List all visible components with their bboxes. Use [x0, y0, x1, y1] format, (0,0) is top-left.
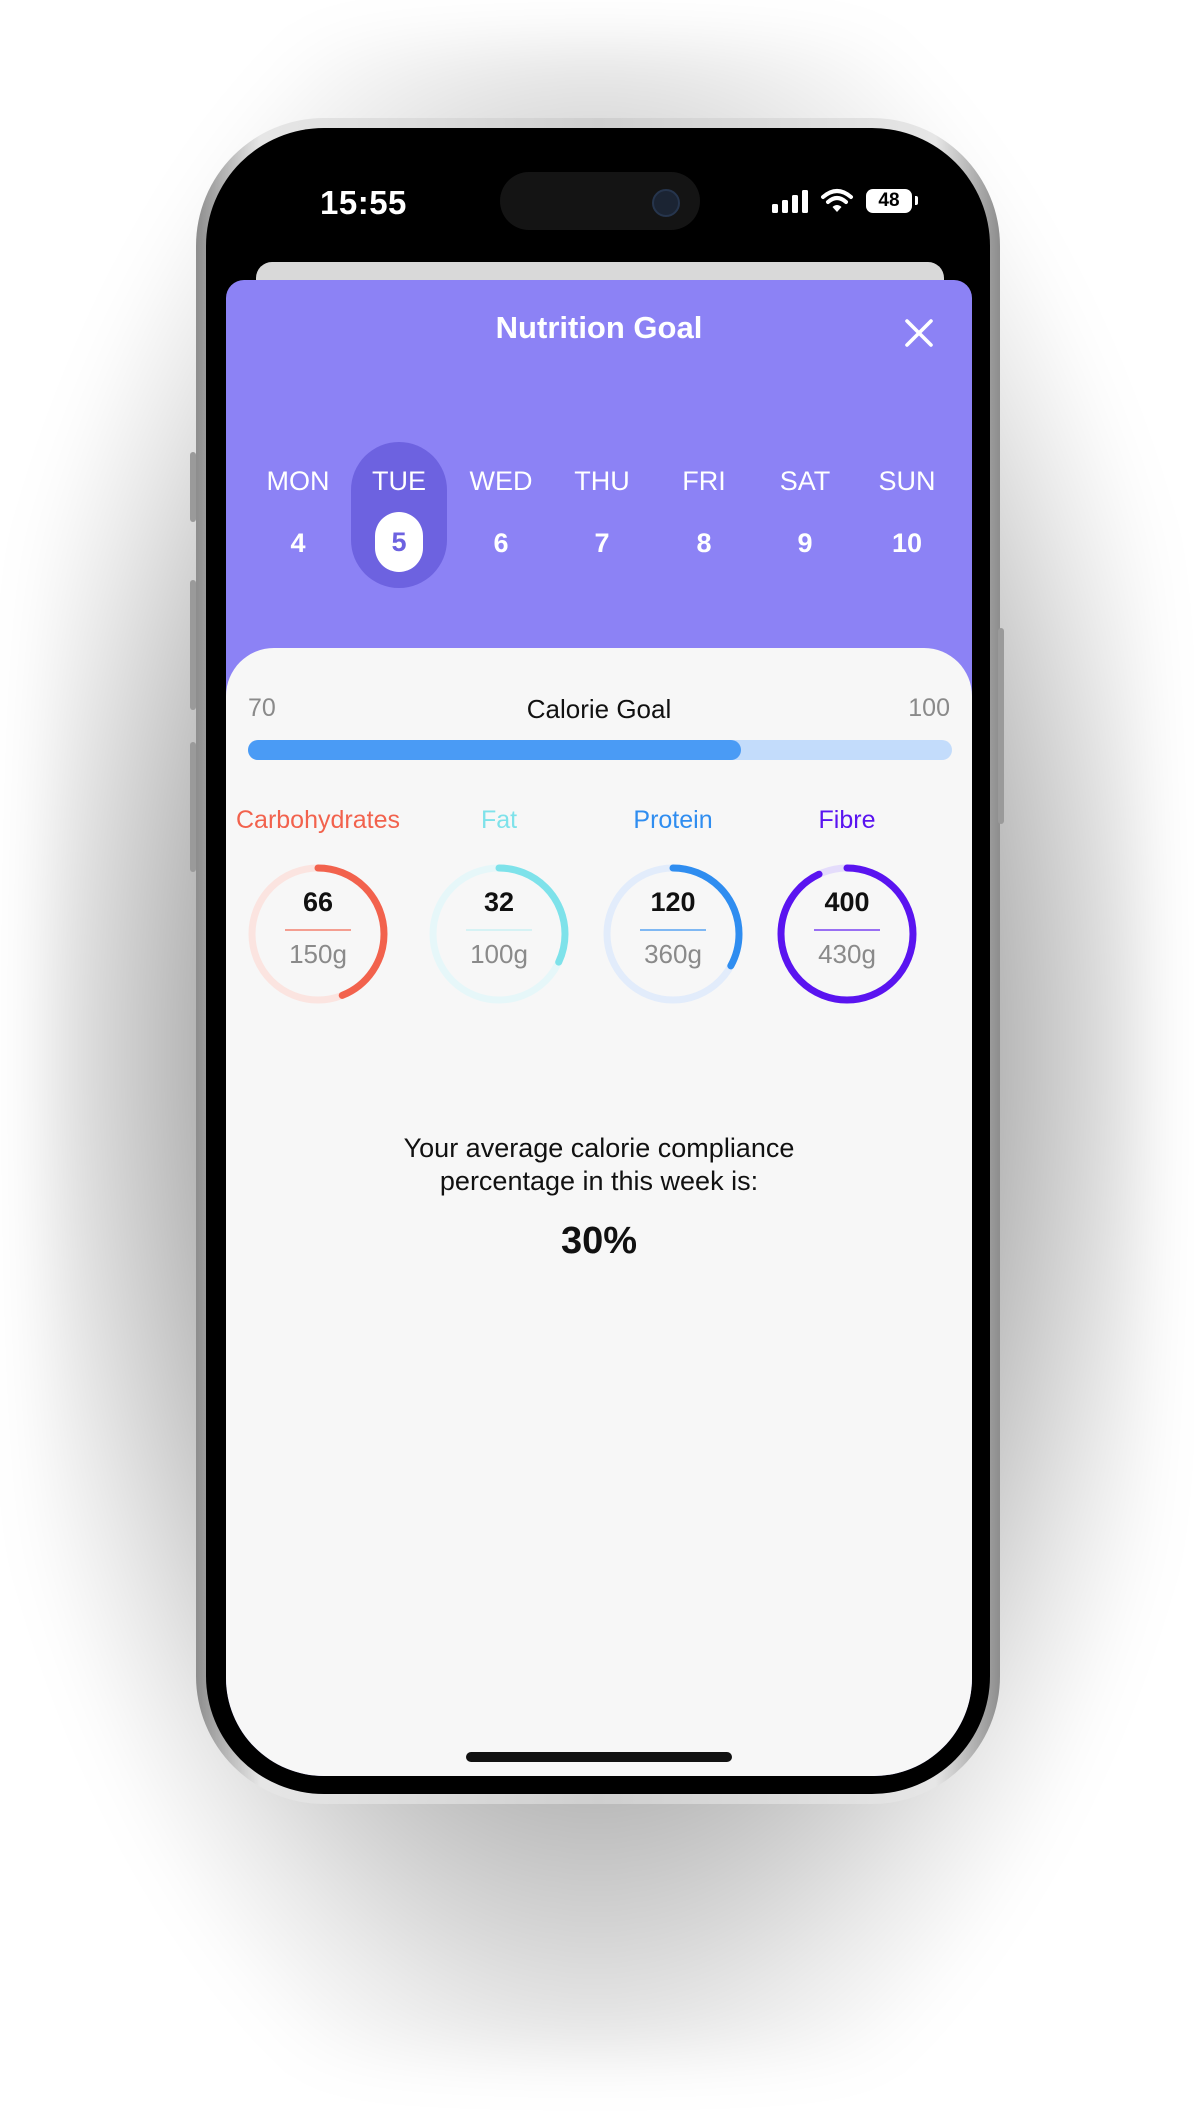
volume-up-button — [190, 580, 196, 710]
day-date: 10 — [891, 528, 923, 558]
calorie-max-label: 100 — [908, 694, 950, 722]
day-name: SUN — [878, 466, 936, 496]
macro-current-value: 400 — [824, 887, 870, 917]
week-day-selector: MON 4 TUE 5 WED 6 THU 7 FRI 8 SAT 9 SUN … — [250, 442, 950, 588]
home-indicator[interactable] — [466, 1752, 732, 1762]
day-date: 4 — [290, 528, 306, 558]
calorie-goal-title: Calorie Goal — [526, 694, 672, 724]
progress-ring-chart — [603, 864, 743, 1004]
progress-ring-chart — [429, 864, 569, 1004]
macro-current-value: 120 — [650, 887, 696, 917]
calorie-progress-bar[interactable] — [248, 740, 952, 760]
phone-screen: 15:55 48 Nutrition Goal MON 4 TUE 5 WED … — [226, 148, 972, 1776]
macro-carbohydrates[interactable]: Carbohydrates 66 150g — [228, 806, 408, 1009]
day-name: TUE — [372, 466, 426, 496]
macro-name: Protein — [633, 806, 713, 834]
day-sun[interactable]: SUN 10 — [859, 442, 955, 588]
day-fri[interactable]: FRI 8 — [656, 442, 752, 588]
macro-goal-value: 430g — [818, 939, 876, 969]
macro-ring: 400 430g — [772, 859, 922, 1009]
wifi-icon — [821, 189, 853, 212]
page-title: Nutrition Goal — [495, 310, 703, 345]
macro-name: Fibre — [818, 806, 876, 834]
camera-icon — [652, 189, 680, 217]
compliance-percentage: 30% — [560, 1220, 638, 1262]
macro-current-value: 66 — [302, 887, 334, 917]
macro-divider — [640, 929, 706, 931]
compliance-summary: Your average calorie compliance percenta… — [226, 1132, 972, 1198]
day-mon[interactable]: MON 4 — [250, 442, 346, 588]
macro-goal-value: 100g — [470, 939, 528, 969]
close-icon — [905, 319, 933, 347]
macro-goal-value: 150g — [289, 939, 347, 969]
macro-divider — [466, 929, 532, 931]
day-name: WED — [469, 466, 533, 496]
day-date: 7 — [594, 528, 610, 558]
macro-ring: 120 360g — [598, 859, 748, 1009]
day-sat[interactable]: SAT 9 — [757, 442, 853, 588]
nutrition-goal-sheet: Nutrition Goal MON 4 TUE 5 WED 6 THU 7 F… — [226, 280, 972, 1776]
cellular-signal-icon — [772, 189, 808, 213]
power-button — [998, 628, 1004, 824]
macro-protein[interactable]: Protein 120 360g — [583, 806, 763, 1009]
volume-down-button — [190, 742, 196, 872]
action-button — [190, 452, 196, 522]
status-time: 15:55 — [320, 184, 407, 221]
macro-ring: 32 100g — [424, 859, 574, 1009]
macro-current-value: 32 — [483, 887, 515, 917]
summary-line-1: Your average calorie compliance — [403, 1133, 795, 1163]
dynamic-island — [500, 172, 700, 230]
macro-divider — [285, 929, 351, 931]
status-icons: 48 — [772, 188, 918, 214]
day-date: 6 — [493, 528, 509, 558]
day-name: FRI — [682, 466, 726, 496]
day-date: 9 — [797, 528, 813, 558]
macro-fat[interactable]: Fat 32 100g — [409, 806, 589, 1009]
macro-ring: 66 150g — [243, 859, 393, 1009]
macro-fibre[interactable]: Fibre 400 430g — [757, 806, 937, 1009]
day-name: MON — [266, 466, 330, 496]
day-tue[interactable]: TUE 5 — [351, 442, 447, 588]
day-thu[interactable]: THU 7 — [554, 442, 650, 588]
battery-icon: 48 — [866, 189, 918, 213]
close-button[interactable] — [900, 314, 938, 352]
progress-ring-chart — [248, 864, 388, 1004]
day-date: 8 — [696, 528, 712, 558]
macro-name: Carbohydrates — [236, 806, 400, 834]
summary-line-2: percentage in this week is: — [439, 1166, 759, 1196]
macro-name: Fat — [480, 806, 518, 834]
macro-goal-value: 360g — [644, 939, 702, 969]
nutrition-card: 70 Calorie Goal 100 Carbohydrates 66 150… — [226, 648, 972, 1776]
macro-divider — [814, 929, 880, 931]
day-name: THU — [574, 466, 630, 496]
day-name: SAT — [779, 466, 831, 496]
day-date: 5 — [375, 512, 423, 572]
progress-ring-chart — [777, 864, 917, 1004]
day-wed[interactable]: WED 6 — [453, 442, 549, 588]
calorie-progress-fill — [248, 740, 741, 760]
